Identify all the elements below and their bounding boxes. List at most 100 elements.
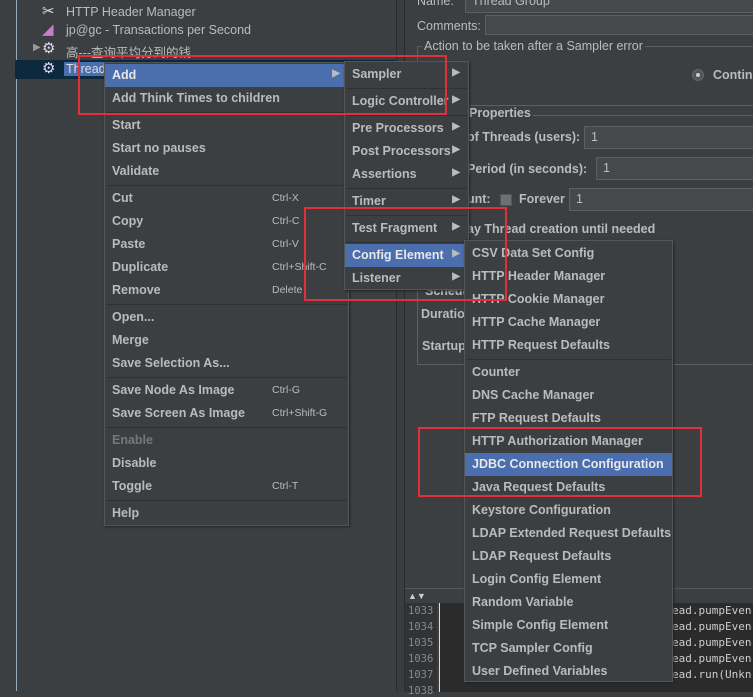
menu-item[interactable]: User Defined Variables — [465, 660, 672, 683]
menu-separator — [106, 377, 347, 378]
log-line: ead.pumpEven — [672, 636, 752, 649]
menu-item[interactable]: Save Screen As Image Ctrl+Shift-G — [105, 402, 348, 425]
submenu-arrow-icon: ▶ — [452, 144, 460, 155]
menu-item-label: Remove — [112, 283, 161, 297]
menu-item[interactable]: HTTP Request Defaults — [465, 334, 672, 357]
threads-label: of Threads (users): — [467, 130, 581, 144]
continue-radio[interactable] — [692, 69, 704, 81]
submenu-arrow-icon: ▶ — [452, 194, 460, 205]
menu-item[interactable]: Merge — [105, 329, 348, 352]
menu-item-label: DNS Cache Manager — [472, 388, 595, 402]
forever-checkbox[interactable] — [500, 194, 512, 206]
sampler-error-title: Action to be taken after a Sampler error — [422, 39, 645, 53]
menu-separator — [106, 304, 347, 305]
loop-count-label: unt: — [467, 192, 491, 206]
menu-item[interactable]: Start no pauses — [105, 137, 348, 160]
line-number: 1034 — [408, 621, 434, 633]
menu-item: Enable — [105, 429, 348, 452]
menu-item-label: Copy — [112, 214, 144, 228]
menu-item-label: Pre Processors — [352, 121, 444, 135]
log-line: ead.pumpEven — [672, 604, 752, 617]
log-line: ead.pumpEven — [672, 652, 752, 665]
submenu-arrow-icon: ▶ — [452, 121, 460, 132]
forever-label: Forever — [519, 192, 565, 206]
menu-item-label: TCP Sampler Config — [472, 641, 593, 655]
shortcut-label: Delete — [272, 284, 303, 296]
menu-item-label: HTTP Request Defaults — [472, 338, 610, 352]
shortcut-label: Ctrl-T — [272, 480, 299, 492]
menu-item[interactable]: Keystore Configuration — [465, 499, 672, 522]
menu-item[interactable]: Validate — [105, 160, 348, 183]
menu-item-label: Keystore Configuration — [472, 503, 611, 517]
ramp-up-input[interactable]: 1 — [596, 157, 753, 180]
menu-item[interactable]: Toggle Ctrl-T — [105, 475, 348, 498]
duration-label: Duratio — [421, 307, 465, 321]
menu-item[interactable]: Disable — [105, 452, 348, 475]
menu-item[interactable]: Login Config Element — [465, 568, 672, 591]
menu-item[interactable]: Post Processors ▶ — [345, 140, 468, 163]
menu-item-label: User Defined Variables — [472, 664, 608, 678]
tree-item-label[interactable]: jp@gc - Transactions per Second — [64, 23, 253, 37]
comments-label: Comments: — [417, 19, 481, 33]
menu-item[interactable]: Random Variable — [465, 591, 672, 614]
threads-input[interactable]: 1 — [584, 126, 753, 149]
gear-icon: ⚙ — [42, 40, 56, 57]
graph-icon: ◢ — [42, 21, 54, 38]
menu-item[interactable]: Open... — [105, 306, 348, 329]
menu-item[interactable]: Counter — [465, 361, 672, 384]
line-number: 1037 — [408, 669, 434, 681]
collapse-arrows-icon[interactable]: ▲▼ — [408, 591, 426, 601]
log-line: ead.pumpEven — [672, 620, 752, 633]
menu-item-label: Random Variable — [472, 595, 574, 609]
comments-input[interactable] — [485, 15, 753, 35]
menu-separator — [106, 500, 347, 501]
line-number: 1036 — [408, 653, 434, 665]
tools-icon: ✂ — [42, 3, 55, 20]
menu-item-label: Save Node As Image — [112, 383, 235, 397]
menu-item[interactable]: Assertions ▶ — [345, 163, 468, 186]
menu-item-label: Cut — [112, 191, 133, 205]
gear-icon: ⚙ — [42, 60, 56, 77]
menu-item-label: Merge — [112, 333, 149, 347]
menu-item-label: Timer — [352, 194, 386, 208]
menu-item-label: Start no pauses — [112, 141, 206, 155]
menu-item-label: LDAP Extended Request Defaults — [472, 526, 672, 540]
menu-item[interactable]: LDAP Request Defaults — [465, 545, 672, 568]
menu-item-label: FTP Request Defaults — [472, 411, 601, 425]
menu-item-label: HTTP Cache Manager — [472, 315, 601, 329]
name-input[interactable]: Thread Group — [465, 0, 753, 13]
menu-item[interactable]: HTTP Cache Manager — [465, 311, 672, 334]
menu-item[interactable]: Pre Processors ▶ — [345, 117, 468, 140]
menu-item-label: Disable — [112, 456, 157, 470]
menu-item[interactable]: DNS Cache Manager — [465, 384, 672, 407]
menu-item-label: Help — [112, 506, 140, 520]
expand-arrow-icon[interactable]: ▶ — [33, 42, 41, 53]
line-number: 1038 — [408, 685, 434, 697]
menu-item-label: Login Config Element — [472, 572, 602, 586]
menu-item[interactable]: Simple Config Element — [465, 614, 672, 637]
menu-item[interactable]: LDAP Extended Request Defaults — [465, 522, 672, 545]
tree-item-label[interactable]: HTTP Header Manager — [64, 5, 198, 19]
startup-delay-label: Startup — [422, 339, 466, 353]
menu-item-label: Post Processors — [352, 144, 451, 158]
menu-item-label: Simple Config Element — [472, 618, 609, 632]
menu-separator — [346, 115, 467, 116]
menu-item[interactable]: Save Node As Image Ctrl-G — [105, 379, 348, 402]
menu-item[interactable]: Start — [105, 114, 348, 137]
submenu-arrow-icon: ▶ — [452, 94, 460, 105]
shortcut-label: Ctrl-G — [272, 384, 300, 396]
shortcut-label: Ctrl-V — [272, 238, 299, 250]
menu-item-label: LDAP Request Defaults — [472, 549, 612, 563]
menu-item-label: Start — [112, 118, 141, 132]
menu-item[interactable]: Save Selection As... — [105, 352, 348, 375]
menu-item[interactable]: TCP Sampler Config — [465, 637, 672, 660]
properties-title: Properties — [467, 106, 533, 120]
log-line: ead.run(Unkn — [672, 668, 752, 681]
menu-item-label: Assertions — [352, 167, 417, 181]
loop-count-input[interactable]: 1 — [569, 188, 753, 211]
submenu-arrow-icon: ▶ — [452, 67, 460, 78]
menu-item[interactable]: Help — [105, 502, 348, 525]
menu-item-label: Paste — [112, 237, 146, 251]
annotation-box-config-element — [304, 207, 507, 301]
shortcut-label: Ctrl-X — [272, 192, 299, 204]
